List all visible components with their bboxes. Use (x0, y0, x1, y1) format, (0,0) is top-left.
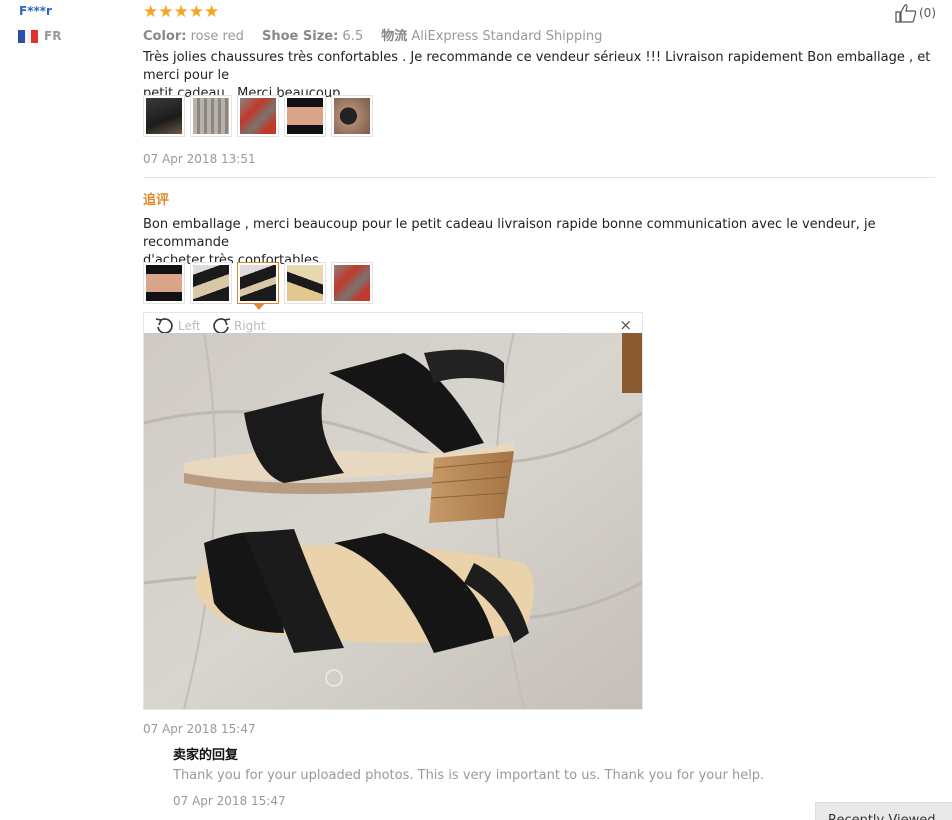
country-code: FR (44, 29, 62, 43)
close-viewer-button[interactable]: × (619, 316, 632, 334)
reviewer-name: F***r (19, 4, 52, 18)
seller-reply-title: 卖家的回复 (173, 748, 239, 763)
review-photo-large (144, 333, 642, 709)
photo-thumbnail[interactable] (143, 262, 185, 304)
seller-reply-date: 07 Apr 2018 15:47 (173, 794, 286, 808)
rotate-left-label: Left (178, 319, 201, 333)
photo-thumbnail[interactable] (331, 95, 373, 137)
seller-reply-text: Thank you for your uploaded photos. This… (173, 768, 765, 783)
recently-viewed-tab[interactable]: Recently Viewed (815, 802, 952, 820)
france-flag-icon (18, 29, 39, 43)
thumbs-up-icon (895, 4, 917, 23)
divider (143, 177, 935, 178)
color-value: rose red (190, 29, 244, 44)
photo-viewer: Left Right × (143, 312, 643, 710)
photo-thumbnail[interactable] (190, 95, 232, 137)
shipping-value: AliExpress Standard Shipping (411, 29, 603, 44)
selected-thumbnail-pointer (253, 303, 265, 310)
rotate-right-label: Right (234, 319, 266, 333)
like-button[interactable]: (0) (895, 3, 936, 23)
size-value: 6.5 (342, 29, 364, 44)
sandals-photo (144, 333, 642, 709)
photo-thumbnail[interactable] (237, 95, 279, 137)
photo-thumbnail[interactable] (284, 262, 326, 304)
review-photo-thumbnails (143, 95, 373, 137)
followup-label: 追评 (143, 193, 170, 208)
color-label: Color: (143, 29, 187, 44)
review-text-line: Bon emballage , merci beaucoup pour le p… (143, 217, 876, 250)
review-date: 07 Apr 2018 13:51 (143, 152, 256, 166)
size-label: Shoe Size: (261, 29, 339, 44)
order-info: Color: rose red Shoe Size: 6.5 物流 AliExp… (143, 25, 616, 44)
review-text-line: Très jolies chaussures très confortables… (143, 50, 931, 83)
photo-thumbnail[interactable] (190, 262, 232, 304)
star-rating: ★★★★★ (143, 2, 220, 22)
photo-thumbnail[interactable] (331, 262, 373, 304)
photo-thumbnail[interactable] (143, 95, 185, 137)
photo-thumbnail-selected[interactable] (237, 262, 279, 304)
reviewer-country: FR (18, 29, 61, 43)
like-count: (0) (919, 6, 936, 20)
photo-thumbnail[interactable] (284, 95, 326, 137)
followup-date: 07 Apr 2018 15:47 (143, 722, 256, 736)
shipping-label: 物流 (381, 29, 408, 44)
followup-photo-thumbnails (143, 262, 373, 304)
